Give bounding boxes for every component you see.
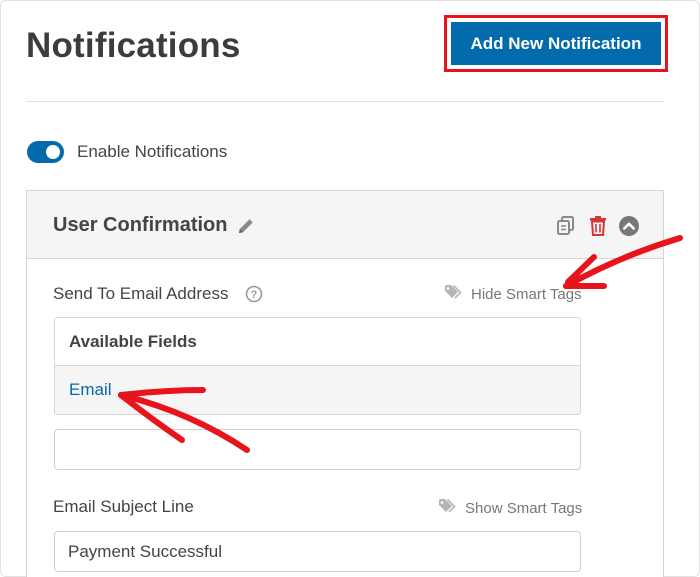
email-subject-label: Email Subject Line <box>53 497 194 516</box>
page-title: Notifications <box>26 26 241 65</box>
hide-smart-tags-link[interactable]: Hide Smart Tags <box>444 284 582 304</box>
enable-notifications-label: Enable Notifications <box>77 142 228 161</box>
svg-text:?: ? <box>251 289 258 301</box>
tag-icon <box>438 498 458 518</box>
notification-panel: User Confirmation Send To Email Address … <box>26 190 664 577</box>
question-circle-icon[interactable]: ? <box>245 285 263 308</box>
pencil-icon[interactable] <box>236 216 256 241</box>
notification-header[interactable]: User Confirmation <box>27 191 663 259</box>
copy-icon[interactable] <box>555 215 577 242</box>
chevron-up-circle-icon[interactable] <box>618 215 640 242</box>
hide-smart-tags-label: Hide Smart Tags <box>471 285 582 303</box>
enable-notifications-toggle[interactable] <box>27 141 64 163</box>
email-subject-input[interactable]: Payment Successful <box>54 531 581 572</box>
show-smart-tags-link[interactable]: Show Smart Tags <box>438 498 582 518</box>
show-smart-tags-label: Show Smart Tags <box>465 499 583 517</box>
divider <box>26 101 664 102</box>
add-new-notification-button[interactable]: Add New Notification <box>451 22 661 65</box>
toggle-knob <box>46 145 60 159</box>
send-to-email-label: Send To Email Address <box>53 284 229 303</box>
available-fields-box: Available Fields Email <box>54 317 581 415</box>
notification-title: User Confirmation <box>53 214 228 236</box>
available-fields-heading: Available Fields <box>55 318 580 366</box>
send-to-email-input[interactable] <box>54 429 581 470</box>
field-item-email[interactable]: Email <box>55 366 580 414</box>
tag-icon <box>444 284 464 304</box>
trash-icon[interactable] <box>588 215 608 242</box>
